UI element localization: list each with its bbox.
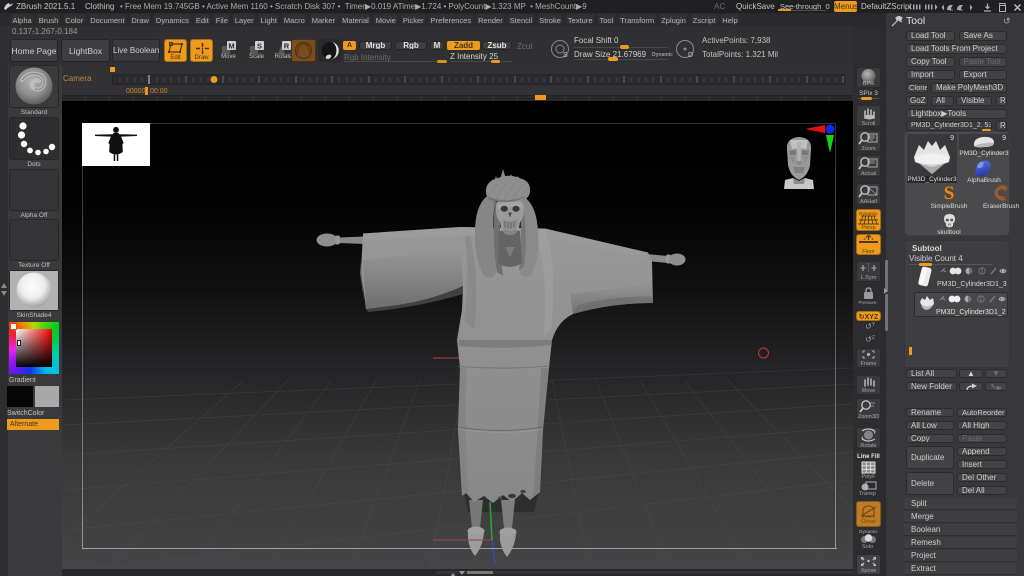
svg-text:R: R <box>284 42 290 51</box>
svg-text:S: S <box>257 42 262 51</box>
svg-text:D: D <box>688 52 693 59</box>
svg-text:M: M <box>228 42 234 51</box>
svg-text:BPR: BPR <box>863 81 874 87</box>
svg-text:S: S <box>563 52 568 59</box>
